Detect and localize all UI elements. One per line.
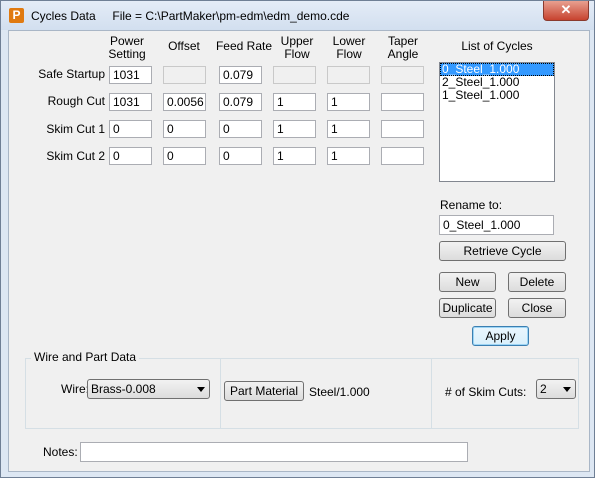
row-label-rough-cut: Rough Cut	[47, 94, 105, 108]
cycles-listbox[interactable]: 0_Steel_1.000 2_Steel_1.000 1_Steel_1.00…	[439, 62, 555, 182]
skim-cut-1-feed-rate-field[interactable]: 0	[219, 120, 262, 138]
duplicate-button[interactable]: Duplicate	[439, 298, 496, 318]
safe-startup-taper-angle-field	[381, 66, 424, 84]
part-material-button[interactable]: Part Material	[224, 381, 304, 401]
cycle-list-item[interactable]: 1_Steel_1.000	[440, 89, 554, 102]
skim-cut-1-power-field[interactable]: 0	[109, 120, 152, 138]
wire-label: Wire:	[61, 382, 89, 396]
safe-startup-power-field[interactable]: 1031	[109, 66, 152, 84]
skim-cut-2-offset-field[interactable]: 0	[163, 147, 206, 165]
safe-startup-lower-flow-field	[327, 66, 370, 84]
safe-startup-offset-field	[163, 66, 206, 84]
rough-cut-offset-field[interactable]: 0.0056	[163, 93, 206, 111]
row-label-skim-cut-2: Skim Cut 2	[46, 149, 105, 163]
rough-cut-feed-rate-field[interactable]: 0.079	[219, 93, 262, 111]
window-close-button[interactable]: ✕	[543, 1, 589, 21]
group-divider-right	[431, 358, 432, 429]
header-feed-rate: Feed Rate	[215, 39, 273, 53]
rough-cut-power-field[interactable]: 1031	[109, 93, 152, 111]
skim-cuts-select-value: 2	[540, 382, 547, 396]
wire-select[interactable]: Brass-0.008	[87, 379, 210, 399]
skim-cut-1-lower-flow-field[interactable]: 1	[327, 120, 370, 138]
apply-button[interactable]: Apply	[472, 326, 529, 346]
client-area: Power Setting Offset Feed Rate Upper Flow …	[8, 30, 590, 472]
header-offset: Offset	[168, 39, 200, 53]
window-title: Cycles Data File = C:\PartMaker\pm-edm\e…	[31, 9, 350, 23]
header-lower-flow: Lower Flow	[332, 34, 366, 61]
rename-label: Rename to:	[440, 198, 503, 212]
skim-cut-2-taper-angle-field[interactable]	[381, 147, 424, 165]
skim-cut-2-lower-flow-field[interactable]: 1	[327, 147, 370, 165]
title-bar[interactable]: P Cycles Data File = C:\PartMaker\pm-edm…	[1, 1, 594, 30]
list-of-cycles-label: List of Cycles	[461, 39, 533, 53]
chevron-down-icon	[563, 387, 571, 392]
close-button[interactable]: Close	[508, 298, 566, 318]
skim-cut-1-offset-field[interactable]: 0	[163, 120, 206, 138]
rename-field[interactable]: 0_Steel_1.000	[439, 215, 554, 235]
safe-startup-feed-rate-field[interactable]: 0.079	[219, 66, 262, 84]
notes-label: Notes:	[43, 445, 78, 459]
partmaker-app-icon: P	[9, 8, 24, 23]
header-power-setting: Power Setting	[108, 34, 146, 61]
safe-startup-upper-flow-field	[273, 66, 316, 84]
delete-button[interactable]: Delete	[508, 272, 566, 292]
header-taper-angle: Taper Angle	[387, 34, 419, 61]
skim-cut-2-feed-rate-field[interactable]: 0	[219, 147, 262, 165]
row-label-safe-startup: Safe Startup	[38, 67, 105, 81]
skim-cuts-select[interactable]: 2	[536, 379, 576, 399]
rough-cut-lower-flow-field[interactable]: 1	[327, 93, 370, 111]
retrieve-cycle-button[interactable]: Retrieve Cycle	[439, 241, 566, 261]
cycles-data-window: P Cycles Data File = C:\PartMaker\pm-edm…	[0, 0, 595, 478]
header-upper-flow: Upper Flow	[280, 34, 314, 61]
wire-select-value: Brass-0.008	[91, 382, 156, 396]
chevron-down-icon	[197, 387, 205, 392]
skim-cut-2-power-field[interactable]: 0	[109, 147, 152, 165]
notes-field[interactable]	[80, 442, 468, 462]
row-label-skim-cut-1: Skim Cut 1	[46, 122, 105, 136]
skim-cut-2-upper-flow-field[interactable]: 1	[273, 147, 316, 165]
rough-cut-upper-flow-field[interactable]: 1	[273, 93, 316, 111]
skim-cut-1-taper-angle-field[interactable]	[381, 120, 424, 138]
skim-cuts-label: # of Skim Cuts:	[445, 385, 527, 399]
rough-cut-taper-angle-field[interactable]	[381, 93, 424, 111]
skim-cut-1-upper-flow-field[interactable]: 1	[273, 120, 316, 138]
new-button[interactable]: New	[439, 272, 496, 292]
part-material-value: Steel/1.000	[309, 385, 370, 399]
group-divider-left	[220, 358, 221, 429]
wire-part-data-group-title: Wire and Part Data	[31, 350, 140, 364]
